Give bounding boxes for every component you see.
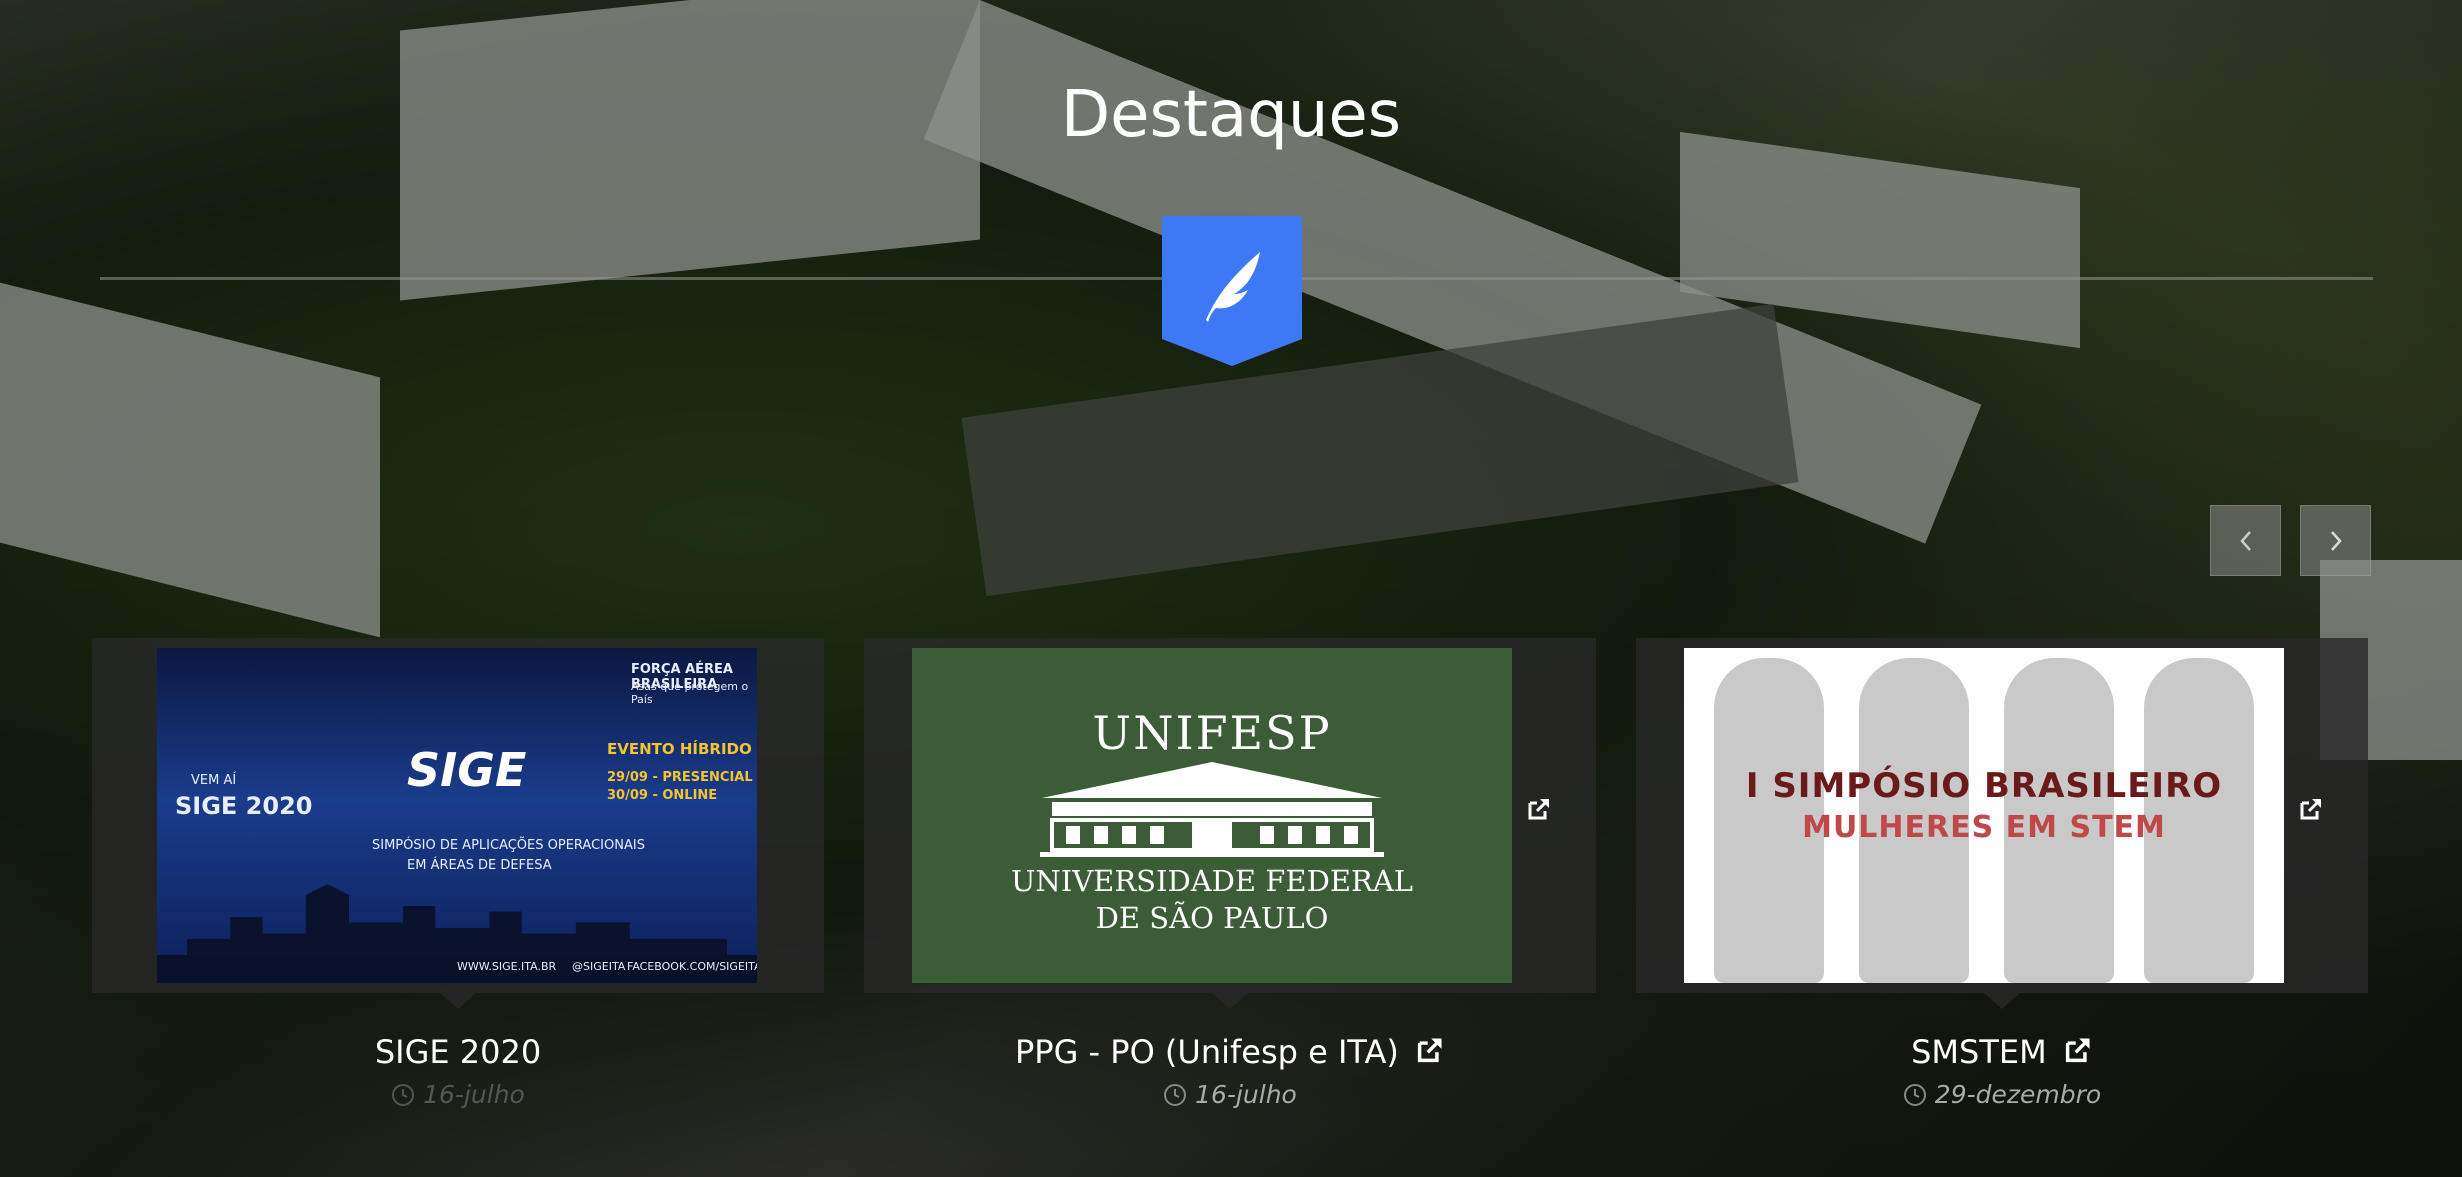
- card-title[interactable]: SMSTEM: [1636, 1033, 2368, 1071]
- card-date: 16-julho: [92, 1080, 824, 1109]
- carousel-prev-button[interactable]: [2210, 505, 2281, 576]
- clock-icon: [1164, 1084, 1187, 1106]
- card-pointer: [1984, 993, 2020, 1009]
- image-text: DE SÃO PAULO: [1095, 901, 1329, 935]
- building-shape: [0, 282, 380, 638]
- clock-icon: [392, 1084, 415, 1106]
- section-badge: [1162, 216, 1302, 366]
- card-date-text: 29-dezembro: [1934, 1080, 2102, 1109]
- image-text: @SIGEITA: [572, 960, 626, 973]
- image-text: FACEBOOK.COM/SIGEITA: [627, 960, 757, 973]
- image-text: SIGE: [407, 743, 527, 797]
- card-title-text[interactable]: SMSTEM: [1911, 1033, 2047, 1071]
- highlight-card[interactable]: UNIFESP UNIVERSIDADE FEDERAL DE SÃO PAUL…: [864, 638, 1596, 1009]
- card-pointer: [440, 993, 476, 1009]
- card-title-text[interactable]: SIGE 2020: [375, 1033, 541, 1071]
- image-text: MULHERES EM STEM: [1802, 810, 2166, 845]
- carousel-next-button[interactable]: [2300, 505, 2371, 576]
- card-date: 16-julho: [864, 1080, 1596, 1109]
- image-text: EM ÁREAS DE DEFESA: [407, 858, 552, 873]
- card-image-unifesp[interactable]: UNIFESP UNIVERSIDADE FEDERAL DE SÃO PAUL…: [912, 648, 1512, 983]
- university-building-icon: [1040, 762, 1384, 857]
- section-title: Destaques: [1060, 78, 1402, 152]
- image-text: EVENTO HÍBRIDO: [607, 740, 752, 758]
- card-date-text: 16-julho: [423, 1080, 525, 1109]
- image-text: WWW.SIGE.ITA.BR: [457, 960, 557, 973]
- image-text: 29/09 - PRESENCIAL: [607, 770, 753, 785]
- image-text: I SIMPÓSIO BRASILEIRO: [1745, 766, 2223, 806]
- chevron-left-icon: [2240, 531, 2251, 551]
- building-shape: [961, 303, 1799, 597]
- external-link-icon[interactable]: [1526, 796, 1552, 822]
- card-title-text[interactable]: PPG - PO (Unifesp e ITA): [1015, 1033, 1399, 1071]
- external-link-icon[interactable]: [2298, 796, 2324, 822]
- highlight-card[interactable]: I SIMPÓSIO BRASILEIRO MULHERES EM STEM: [1636, 638, 2368, 1009]
- image-text: Asas que protegem o País: [631, 680, 749, 706]
- card-pointer: [1212, 993, 1248, 1009]
- chevron-right-icon: [2331, 531, 2342, 551]
- card-date: 29-dezembro: [1636, 1080, 2368, 1109]
- image-text: SIGE 2020: [175, 792, 313, 820]
- image-text: UNIVERSIDADE FEDERAL: [1010, 864, 1414, 898]
- external-link-icon[interactable]: [2063, 1035, 2093, 1065]
- card-title[interactable]: SIGE 2020: [92, 1033, 824, 1071]
- card-date-text: 16-julho: [1195, 1080, 1297, 1109]
- card-image-sige[interactable]: FORÇA AÉREA BRASILEIRA Asas que protegem…: [157, 648, 757, 983]
- card-title[interactable]: PPG - PO (Unifesp e ITA): [864, 1033, 1596, 1071]
- image-text: VEM AÍ: [191, 773, 237, 788]
- quill-feather-icon: [1206, 252, 1260, 322]
- card-image-smstem[interactable]: I SIMPÓSIO BRASILEIRO MULHERES EM STEM: [1684, 648, 2284, 983]
- highlight-card[interactable]: FORÇA AÉREA BRASILEIRA Asas que protegem…: [92, 638, 824, 1009]
- clock-icon: [1903, 1084, 1926, 1106]
- image-text: UNIFESP: [1092, 706, 1332, 760]
- image-text: 30/09 - ONLINE: [607, 788, 718, 803]
- external-link-icon[interactable]: [1415, 1035, 1445, 1065]
- image-text: SIMPÓSIO DE APLICAÇÕES OPERACIONAIS: [372, 838, 645, 853]
